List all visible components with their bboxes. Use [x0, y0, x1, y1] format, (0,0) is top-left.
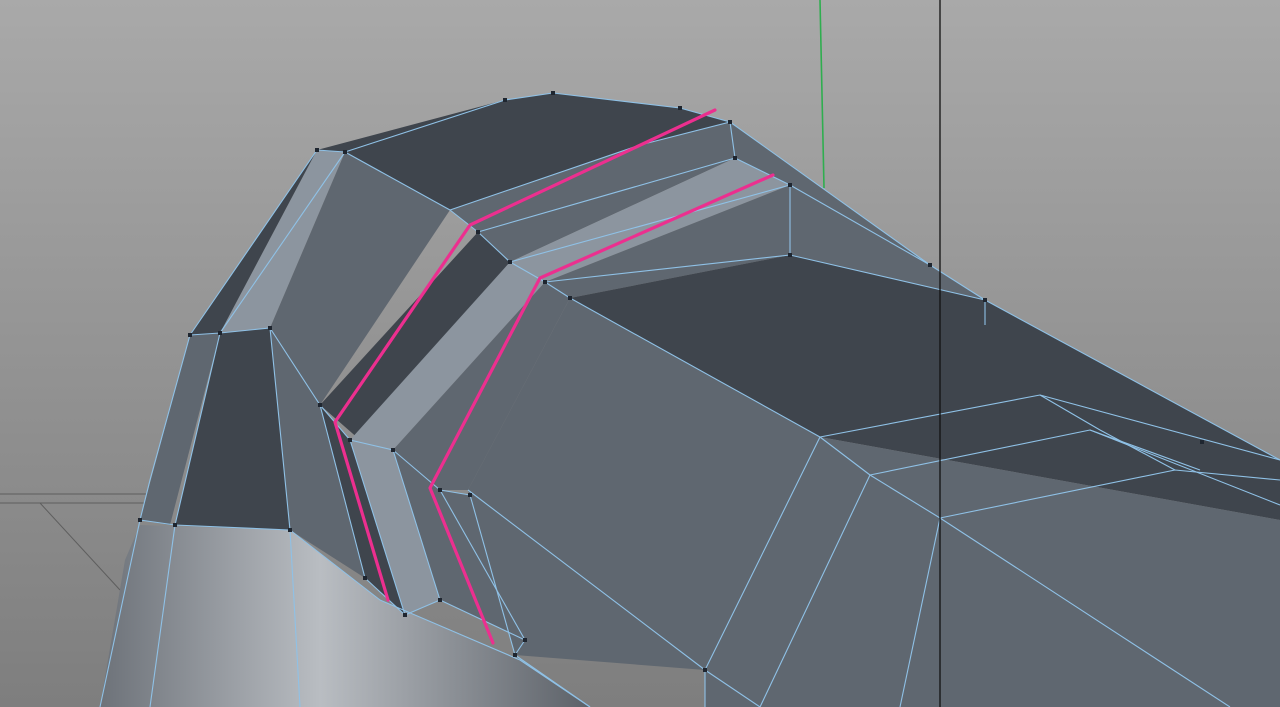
viewport-canvas[interactable] — [0, 0, 1280, 707]
3d-viewport[interactable] — [0, 0, 1280, 707]
